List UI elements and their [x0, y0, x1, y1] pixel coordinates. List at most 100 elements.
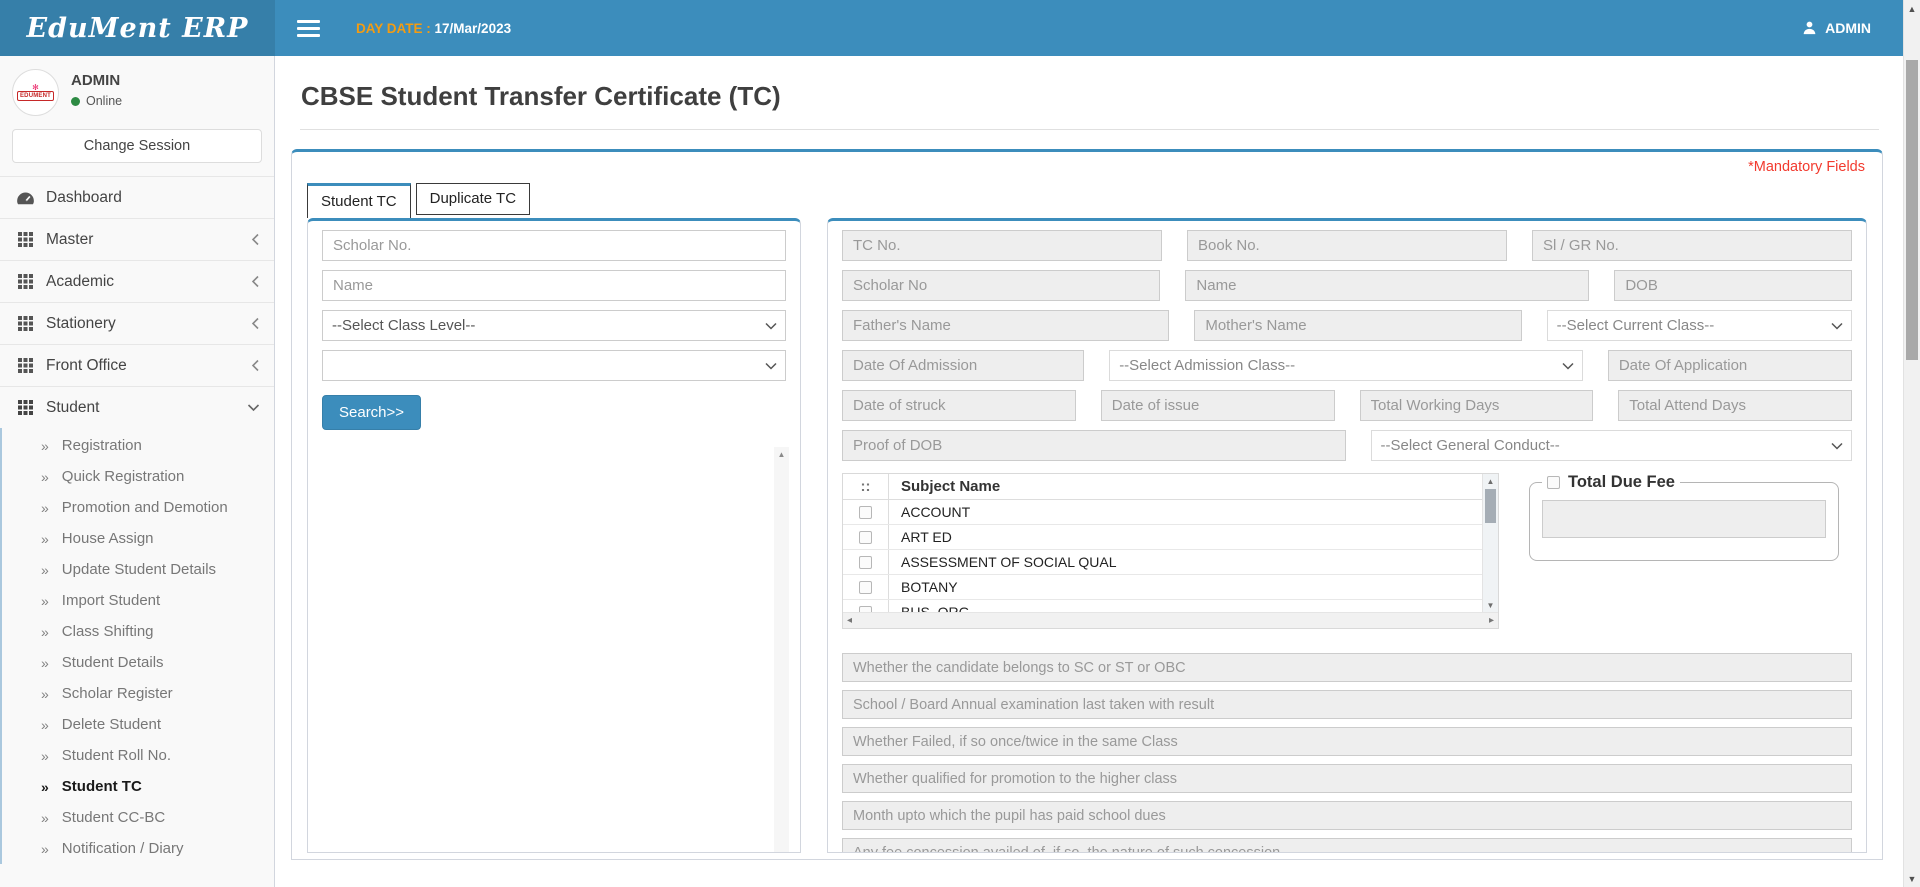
subject-checkbox[interactable]: [859, 606, 872, 613]
brand-logo[interactable]: EduMent ERP: [0, 0, 275, 56]
hamburger-menu-icon[interactable]: [291, 14, 326, 43]
date-of-application-field: [1608, 350, 1852, 381]
search-button[interactable]: Search>>: [322, 395, 421, 430]
submenu-item-student-tc[interactable]: »Student TC: [2, 771, 274, 802]
subject-checkbox[interactable]: [859, 581, 872, 594]
submenu-item-student-roll-no[interactable]: »Student Roll No.: [2, 740, 274, 771]
subject-checkbox[interactable]: [859, 531, 872, 544]
chevron-down-icon: [247, 403, 260, 412]
mandatory-fields-note: *Mandatory Fields: [1748, 159, 1865, 175]
scroll-left-icon[interactable]: ◂: [847, 615, 852, 626]
scroll-down-icon[interactable]: ▼: [1483, 598, 1498, 612]
sidebar-item-master[interactable]: Master: [0, 218, 274, 260]
submenu-item-house-assign[interactable]: »House Assign: [2, 523, 274, 554]
submenu-item-update-student-details[interactable]: »Update Student Details: [2, 554, 274, 585]
mothers-name-field: [1194, 310, 1521, 341]
submenu-item-student-details[interactable]: »Student Details: [2, 647, 274, 678]
submenu-item-quick-registration[interactable]: »Quick Registration: [2, 461, 274, 492]
subject-table-header: :: Subject Name: [843, 474, 1482, 500]
search-results-area: ▲: [322, 447, 786, 843]
double-angle-icon: »: [41, 624, 49, 640]
submenu-label: Class Shifting: [62, 623, 154, 640]
change-session-button[interactable]: Change Session: [12, 129, 262, 163]
dob-field: [1614, 270, 1852, 301]
submenu-item-notification-diary[interactable]: »Notification / Diary: [2, 833, 274, 864]
double-angle-icon: »: [41, 779, 49, 795]
subject-name-header: Subject Name: [889, 478, 1000, 495]
main-content: CBSE Student Transfer Certificate (TC) *…: [276, 56, 1903, 887]
grid-icon: [15, 316, 35, 331]
subject-checkbox[interactable]: [859, 556, 872, 569]
profile-name: ADMIN: [71, 72, 122, 89]
logo-text: EDUMENT: [17, 91, 54, 101]
sidebar-item-stationery[interactable]: Stationery: [0, 302, 274, 344]
sidebar-item-dashboard[interactable]: Dashboard: [0, 176, 274, 218]
admission-class-select: --Select Admission Class--: [1109, 350, 1583, 381]
subject-checkbox[interactable]: [859, 506, 872, 519]
tab-duplicate-tc[interactable]: Duplicate TC: [416, 183, 530, 215]
scroll-up-icon[interactable]: ▲: [1483, 474, 1498, 488]
submenu-item-import-student[interactable]: »Import Student: [2, 585, 274, 616]
scrollbar-thumb[interactable]: [1906, 60, 1918, 360]
grid-icon: [15, 400, 35, 415]
grid-icon: [15, 232, 35, 247]
class-section-select[interactable]: [322, 350, 786, 381]
sidebar-item-label: Student: [46, 399, 99, 417]
results-scrollbar[interactable]: ▲: [774, 447, 789, 852]
date-of-issue-field: [1101, 390, 1335, 421]
name-input[interactable]: [322, 270, 786, 301]
table-row: ASSESSMENT OF SOCIAL QUAL: [843, 550, 1482, 575]
sidebar-item-student[interactable]: Student: [0, 386, 274, 428]
tab-student-tc[interactable]: Student TC: [307, 183, 411, 218]
subject-name: BUS. ORG: [889, 604, 969, 612]
subject-name: BOTANY: [889, 579, 958, 595]
scroll-up-icon[interactable]: ▲: [774, 447, 789, 462]
submenu-item-scholar-register[interactable]: »Scholar Register: [2, 678, 274, 709]
title-divider: [300, 129, 1879, 130]
school-dues-month-field: [842, 801, 1852, 830]
scrollbar-thumb[interactable]: [1485, 489, 1496, 523]
certificate-fields: [842, 653, 1852, 853]
sidebar-item-label: Academic: [46, 273, 114, 291]
scroll-right-icon[interactable]: ▸: [1489, 615, 1494, 626]
submenu-item-class-shifting[interactable]: » Class Shifting: [2, 616, 274, 647]
page: EduMent ERP DAY DATE : 17/Mar/2023 ADMIN…: [0, 0, 1903, 887]
sidebar-item-front-office[interactable]: Front Office: [0, 344, 274, 386]
fee-concession-field: [842, 838, 1852, 853]
tab-bar: Student TC Duplicate TC: [307, 183, 1867, 218]
double-angle-icon: »: [41, 438, 49, 454]
total-working-days-field: [1360, 390, 1594, 421]
submenu-item-delete-student[interactable]: »Delete Student: [2, 709, 274, 740]
page-scrollbar[interactable]: ▲ ▼: [1903, 0, 1920, 887]
dashboard-icon: [15, 191, 35, 205]
submenu-label: Promotion and Demotion: [62, 499, 228, 516]
submenu-item-registration[interactable]: » Registration: [2, 430, 274, 461]
header-user-menu[interactable]: ADMIN: [1802, 20, 1871, 37]
submenu-label: Registration: [62, 437, 142, 454]
tc-details-panel: --Select Current Class-- --Select Admiss…: [827, 218, 1867, 853]
double-angle-icon: »: [41, 810, 49, 826]
sidebar-item-label: Front Office: [46, 357, 127, 375]
double-angle-icon: »: [41, 717, 49, 733]
submenu-item-student-cc-bc[interactable]: » Student CC-BC: [2, 802, 274, 833]
submenu-item-promotion-and-demotion[interactable]: »Promotion and Demotion: [2, 492, 274, 523]
tc-no-field: [842, 230, 1162, 261]
date-of-struck-field: [842, 390, 1076, 421]
subject-table-hscrollbar[interactable]: ◂ ▸: [843, 612, 1498, 628]
total-due-fee-checkbox[interactable]: [1547, 476, 1560, 489]
user-icon: [1802, 20, 1817, 37]
top-header: EduMent ERP DAY DATE : 17/Mar/2023 ADMIN: [0, 0, 1903, 56]
double-angle-icon: »: [41, 748, 49, 764]
scroll-down-icon[interactable]: ▼: [1904, 870, 1920, 887]
scholar-no-input[interactable]: [322, 230, 786, 261]
scroll-up-icon[interactable]: ▲: [1904, 0, 1920, 17]
sidebar: ✻ EDUMENT ADMIN Online Change Session Da…: [0, 56, 275, 887]
submenu-label: Import Student: [62, 592, 160, 609]
class-level-select[interactable]: --Select Class Level--: [322, 310, 786, 341]
sidebar-item-label: Dashboard: [46, 189, 122, 207]
sidebar-item-academic[interactable]: Academic: [0, 260, 274, 302]
tc-panel: *Mandatory Fields Student TC Duplicate T…: [291, 149, 1883, 860]
subject-table-vscrollbar[interactable]: ▲ ▼: [1482, 474, 1498, 612]
submenu-label: Student CC-BC: [62, 809, 165, 826]
student-name-field: [1185, 270, 1589, 301]
